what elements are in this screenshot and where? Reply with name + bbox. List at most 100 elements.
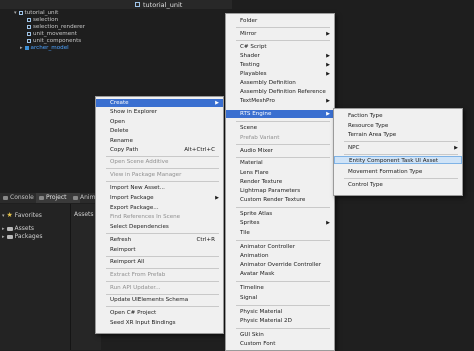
prefab-cube-icon [135,2,140,7]
menu-item-lens-flare[interactable]: Lens Flare [226,169,334,177]
menu-item-physic-material[interactable]: Physic Material [226,308,334,316]
menu-item-mirror[interactable]: Mirror ▶ [226,30,334,38]
tree-item-unit-components[interactable]: unit_components [27,38,81,45]
menu-item-material[interactable]: Material [226,159,334,167]
menu-item-csharp-script[interactable]: C# Script [226,43,334,51]
gameobject-cube-icon [27,31,31,36]
menu-item-reimport[interactable]: Reimport [96,246,223,254]
menu-item-resource-type[interactable]: Resource Type [334,122,462,130]
menu-item-testing[interactable]: Testing ▶ [226,61,334,69]
menu-item-seed-xr-input-bindings[interactable]: Seed XR Input Bindings [96,319,223,327]
menu-separator [236,27,330,28]
submenu-arrow-icon: ▶ [326,220,330,226]
menu-item-physic-material-2d[interactable]: Physic Material 2D [226,317,334,325]
menu-item-npc[interactable]: NPC ▶ [334,144,462,152]
favorites-section[interactable]: ▾ ★ Favorites [2,211,42,219]
menu-item-open[interactable]: Open [96,118,223,126]
project-sidebar: ▾ ★ Favorites ▸ Assets ▸ Packages [0,204,70,350]
menu-item-select-dependencies[interactable]: Select Dependencies [96,223,223,231]
menu-item-avatar-mask[interactable]: Avatar Mask [226,270,334,278]
menu-item-create[interactable]: Create ▶ [96,99,223,107]
menu-item-timeline[interactable]: Timeline [226,284,334,292]
menu-item-render-texture[interactable]: Render Texture [226,178,334,186]
menu-item-textmeshpro[interactable]: TextMeshPro ▶ [226,97,334,105]
menu-item-terrain-area-type[interactable]: Terrain Area Type [334,131,462,139]
menu-item-refresh[interactable]: Refresh Ctrl+R [96,236,223,244]
menu-item-animator-controller[interactable]: Animator Controller [226,243,334,251]
menu-item-view-in-package-manager: View in Package Manager [110,172,182,178]
menu-item-custom-font[interactable]: Custom Font [226,340,334,348]
submenu-arrow-icon: ▶ [326,111,330,117]
menu-item-open-csharp-project[interactable]: Open C# Project [96,309,223,317]
menu-item-delete[interactable]: Delete [96,127,223,135]
menu-item-extract-from-prefab: Extract From Prefab [110,272,166,278]
menu-separator [344,141,458,142]
tree-item-selection-renderer[interactable]: selection_renderer [27,24,85,31]
menu-item-show-in-explorer[interactable]: Show in Explorer [96,108,223,116]
console-icon [3,196,8,200]
submenu-arrow-icon: ▶ [215,100,219,106]
menu-item-animation[interactable]: Animation [226,252,334,260]
gameobject-cube-icon [27,17,31,22]
expand-arrow-icon[interactable]: ▸ [2,233,5,241]
menu-item-audio-mixer[interactable]: Audio Mixer [226,147,334,155]
tree-item-selection[interactable]: selection [27,17,58,24]
menu-item-rts-engine[interactable]: RTS Engine ▶ [226,110,334,118]
breadcrumb[interactable]: Assets [74,211,94,219]
tree-item-archer-model[interactable]: ▸ archer_model [20,45,69,52]
menu-item-import-new-asset[interactable]: Import New Asset... [96,184,223,192]
menu-item-assembly-definition-reference[interactable]: Assembly Definition Reference [226,88,334,96]
menu-item-assembly-definition[interactable]: Assembly Definition [226,79,334,87]
menu-item-export-package[interactable]: Export Package... [96,204,223,212]
menu-item-rename[interactable]: Rename [96,137,223,145]
expand-arrow-icon[interactable]: ▾ [14,10,17,17]
menu-separator [344,154,458,155]
menu-item-signal[interactable]: Signal [226,294,334,302]
menu-item-open-scene-additive: Open Scene Additive [110,159,169,165]
expand-arrow-icon[interactable]: ▸ [2,225,5,233]
gameobject-cube-icon [27,24,31,29]
menu-item-sprite-atlas[interactable]: Sprite Atlas [226,210,334,218]
menu-item-control-type[interactable]: Control Type [334,181,462,189]
create-submenu: Folder Mirror ▶ C# Script Shader ▶ Testing… [225,13,335,351]
menu-separator [106,268,219,269]
menu-item-reimport-all[interactable]: Reimport All [96,258,223,266]
submenu-arrow-icon: ▶ [326,53,330,59]
menu-item-shader[interactable]: Shader ▶ [226,52,334,60]
menu-item-custom-render-texture[interactable]: Custom Render Texture [226,196,334,204]
menu-item-faction-type[interactable]: Faction Type [334,112,462,120]
sidebar-item-assets[interactable]: ▸ Assets [2,225,34,233]
menu-item-scene[interactable]: Scene [226,124,334,132]
menu-item-update-uielements-schema[interactable]: Update UIElements Schema [96,296,223,304]
menu-item-sprites[interactable]: Sprites ▶ [226,219,334,227]
menu-separator [236,281,330,282]
menu-item-folder[interactable]: Folder [226,17,334,25]
menu-separator [236,240,330,241]
menu-item-import-package[interactable]: Import Package ▶ [96,194,223,202]
menu-item-playables[interactable]: Playables ▶ [226,70,334,78]
hierarchy-title: tutorial_unit [143,1,183,9]
shortcut-label: Alt+Ctrl+C [184,147,215,153]
menu-item-run-api-updater: Run API Updater... [110,285,161,291]
submenu-arrow-icon: ▶ [326,98,330,104]
expand-arrow-icon[interactable]: ▸ [20,45,23,52]
menu-item-copy-path[interactable]: Copy Path Alt+Ctrl+C [96,146,223,154]
menu-separator [236,40,330,41]
rts-engine-submenu: Faction Type Resource Type Terrain Area … [333,108,463,196]
tree-item-tutorial-unit[interactable]: ▾ tutorial_unit [14,10,58,17]
menu-separator [236,328,330,329]
animation-icon [73,196,78,200]
sidebar-item-packages[interactable]: ▸ Packages [2,233,43,241]
bottom-tab-bar: Console Project Anim [0,193,100,203]
menu-item-entity-component-task-ui-asset[interactable]: Entity Component Task UI Asset [334,156,462,164]
expand-arrow-icon[interactable]: ▾ [2,212,5,220]
menu-item-movement-formation-type[interactable]: Movement Formation Type [334,168,462,176]
menu-item-tile[interactable]: Tile [226,229,334,237]
menu-item-lightmap-parameters[interactable]: Lightmap Parameters [226,187,334,195]
menu-separator [106,168,219,169]
menu-item-animator-override-controller[interactable]: Animator Override Controller [226,261,334,269]
menu-item-gui-skin[interactable]: GUI Skin [226,331,334,339]
shortcut-label: Ctrl+R [196,237,215,243]
submenu-arrow-icon: ▶ [215,195,219,201]
tree-item-unit-movement[interactable]: unit_movement [27,31,77,38]
